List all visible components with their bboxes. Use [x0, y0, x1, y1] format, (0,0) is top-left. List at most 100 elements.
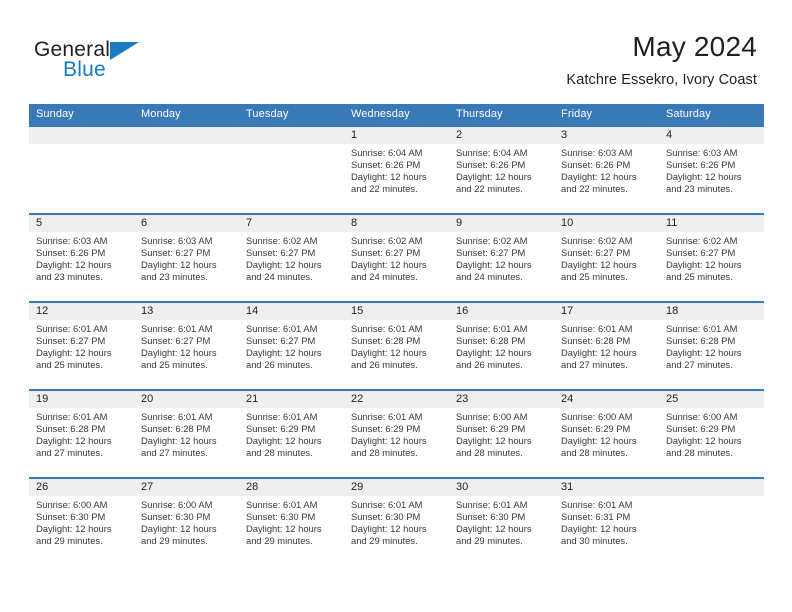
day-sunrise-text: Sunrise: 6:01 AM — [246, 499, 318, 510]
day-daylight1-text: Daylight: 12 hours — [666, 347, 742, 359]
calendar-day-cell[interactable]: 23 Sunrise: 6:00 AM Sunset: 6:29 PM Dayligh… — [449, 391, 554, 477]
calendar-day-cell[interactable]: 29 Sunrise: 6:01 AM Sunset: 6:30 PM Dayligh… — [344, 479, 449, 565]
day-sunrise-text: Sunrise: 6:02 AM — [246, 235, 318, 246]
calendar-day-cell[interactable]: 20 Sunrise: 6:01 AM Sunset: 6:28 PM Dayligh… — [134, 391, 239, 477]
day-number: 9 — [449, 215, 554, 232]
calendar-day-cell[interactable]: 6 Sunrise: 6:03 AM Sunset: 6:27 PM Daylight… — [134, 215, 239, 301]
calendar-day-cell[interactable]: 30 Sunrise: 6:01 AM Sunset: 6:30 PM Dayligh… — [449, 479, 554, 565]
day-number: 2 — [449, 127, 554, 144]
day-details: Sunrise: 6:01 AM Sunset: 6:27 PM Daylight:… — [29, 320, 134, 371]
calendar-day-cell[interactable]: 17 Sunrise: 6:01 AM Sunset: 6:28 PM Dayligh… — [554, 303, 659, 389]
calendar-day-cell[interactable]: 7 Sunrise: 6:02 AM Sunset: 6:27 PM Daylight… — [239, 215, 344, 301]
day-sunrise-text: Sunrise: 6:00 AM — [141, 499, 213, 510]
day-number: 18 — [659, 303, 764, 320]
day-details: Sunrise: 6:00 AM Sunset: 6:29 PM Daylight:… — [659, 408, 764, 459]
calendar-day-cell[interactable]: 2 Sunrise: 6:04 AM Sunset: 6:26 PM Daylight… — [449, 127, 554, 213]
day-number — [134, 127, 239, 144]
day-number: 14 — [239, 303, 344, 320]
day-daylight1-text: Daylight: 12 hours — [456, 171, 532, 183]
day-details: Sunrise: 6:00 AM Sunset: 6:29 PM Daylight:… — [449, 408, 554, 459]
day-sunset-text: Sunset: 6:28 PM — [351, 335, 421, 347]
day-number: 31 — [554, 479, 659, 496]
day-daylight1-text: Daylight: 12 hours — [36, 435, 112, 447]
calendar-day-cell[interactable]: 16 Sunrise: 6:01 AM Sunset: 6:28 PM Dayligh… — [449, 303, 554, 389]
calendar-day-cell[interactable]: 15 Sunrise: 6:01 AM Sunset: 6:28 PM Dayligh… — [344, 303, 449, 389]
calendar-day-cell[interactable]: 10 Sunrise: 6:02 AM Sunset: 6:27 PM Dayligh… — [554, 215, 659, 301]
day-details: Sunrise: 6:00 AM Sunset: 6:29 PM Daylight:… — [554, 408, 659, 459]
day-details: Sunrise: 6:01 AM Sunset: 6:31 PM Daylight:… — [554, 496, 659, 547]
day-sunset-text: Sunset: 6:26 PM — [456, 159, 526, 171]
day-number: 16 — [449, 303, 554, 320]
day-sunset-text: Sunset: 6:31 PM — [561, 511, 631, 523]
day-number: 17 — [554, 303, 659, 320]
day-daylight1-text: Daylight: 12 hours — [456, 435, 532, 447]
day-details: Sunrise: 6:01 AM Sunset: 6:29 PM Daylight:… — [344, 408, 449, 459]
day-daylight2-text: and 28 minutes. — [456, 447, 523, 459]
calendar-day-cell[interactable]: 11 Sunrise: 6:02 AM Sunset: 6:27 PM Dayligh… — [659, 215, 764, 301]
weekday-header-row: Sunday Monday Tuesday Wednesday Thursday Frid… — [29, 104, 764, 125]
calendar-week-row: 26 Sunrise: 6:00 AM Sunset: 6:30 PM Dayligh… — [29, 477, 764, 565]
day-daylight2-text: and 26 minutes. — [246, 359, 313, 371]
calendar-day-cell[interactable]: 18 Sunrise: 6:01 AM Sunset: 6:28 PM Dayligh… — [659, 303, 764, 389]
page-header: General Blue May 2024 Katchre Essekro, I… — [0, 0, 792, 96]
day-sunset-text: Sunset: 6:30 PM — [456, 511, 526, 523]
day-sunrise-text: Sunrise: 6:01 AM — [36, 411, 108, 422]
day-number: 11 — [659, 215, 764, 232]
day-sunset-text: Sunset: 6:30 PM — [36, 511, 106, 523]
day-daylight1-text: Daylight: 12 hours — [666, 259, 742, 271]
day-daylight2-text: and 23 minutes. — [666, 183, 733, 195]
calendar-day-cell[interactable]: 8 Sunrise: 6:02 AM Sunset: 6:27 PM Daylight… — [344, 215, 449, 301]
calendar-day-cell[interactable]: 22 Sunrise: 6:01 AM Sunset: 6:29 PM Dayligh… — [344, 391, 449, 477]
calendar-day-cell[interactable]: 28 Sunrise: 6:01 AM Sunset: 6:30 PM Dayligh… — [239, 479, 344, 565]
day-details: Sunrise: 6:04 AM Sunset: 6:26 PM Daylight:… — [449, 144, 554, 195]
day-sunrise-text: Sunrise: 6:02 AM — [666, 235, 738, 246]
calendar-day-cell[interactable]: 14 Sunrise: 6:01 AM Sunset: 6:27 PM Dayligh… — [239, 303, 344, 389]
day-number: 23 — [449, 391, 554, 408]
weekday-header-monday: Monday — [141, 108, 181, 120]
day-number: 20 — [134, 391, 239, 408]
day-sunrise-text: Sunrise: 6:00 AM — [666, 411, 738, 422]
day-daylight1-text: Daylight: 12 hours — [561, 171, 637, 183]
day-sunrise-text: Sunrise: 6:01 AM — [456, 323, 528, 334]
day-sunrise-text: Sunrise: 6:03 AM — [36, 235, 108, 246]
day-sunrise-text: Sunrise: 6:01 AM — [666, 323, 738, 334]
day-number: 22 — [344, 391, 449, 408]
calendar-day-cell[interactable]: 25 Sunrise: 6:00 AM Sunset: 6:29 PM Dayligh… — [659, 391, 764, 477]
calendar-day-cell[interactable]: 27 Sunrise: 6:00 AM Sunset: 6:30 PM Dayligh… — [134, 479, 239, 565]
day-details: Sunrise: 6:00 AM Sunset: 6:30 PM Daylight:… — [29, 496, 134, 547]
day-details — [239, 144, 344, 147]
calendar-page: General Blue May 2024 Katchre Essekro, I… — [0, 0, 792, 612]
calendar-day-cell-empty — [134, 127, 239, 213]
calendar-day-cell[interactable]: 3 Sunrise: 6:03 AM Sunset: 6:26 PM Daylight… — [554, 127, 659, 213]
day-daylight1-text: Daylight: 12 hours — [36, 347, 112, 359]
weekday-header-sunday: Sunday — [36, 108, 74, 120]
calendar-day-cell[interactable]: 24 Sunrise: 6:00 AM Sunset: 6:29 PM Dayligh… — [554, 391, 659, 477]
day-number: 21 — [239, 391, 344, 408]
day-daylight2-text: and 22 minutes. — [456, 183, 523, 195]
day-sunrise-text: Sunrise: 6:00 AM — [561, 411, 633, 422]
day-daylight2-text: and 29 minutes. — [246, 535, 313, 547]
day-daylight2-text: and 26 minutes. — [456, 359, 523, 371]
calendar-day-cell[interactable]: 1 Sunrise: 6:04 AM Sunset: 6:26 PM Daylight… — [344, 127, 449, 213]
day-sunset-text: Sunset: 6:29 PM — [666, 423, 736, 435]
calendar-day-cell[interactable]: 31 Sunrise: 6:01 AM Sunset: 6:31 PM Dayligh… — [554, 479, 659, 565]
calendar-day-cell[interactable]: 4 Sunrise: 6:03 AM Sunset: 6:26 PM Daylight… — [659, 127, 764, 213]
day-sunset-text: Sunset: 6:29 PM — [456, 423, 526, 435]
day-details: Sunrise: 6:03 AM Sunset: 6:26 PM Daylight:… — [29, 232, 134, 283]
calendar-day-cell[interactable]: 19 Sunrise: 6:01 AM Sunset: 6:28 PM Dayligh… — [29, 391, 134, 477]
day-sunset-text: Sunset: 6:26 PM — [351, 159, 421, 171]
day-sunrise-text: Sunrise: 6:01 AM — [351, 323, 423, 334]
calendar-day-cell[interactable]: 13 Sunrise: 6:01 AM Sunset: 6:27 PM Dayligh… — [134, 303, 239, 389]
calendar-day-cell[interactable]: 21 Sunrise: 6:01 AM Sunset: 6:29 PM Dayligh… — [239, 391, 344, 477]
day-number: 1 — [344, 127, 449, 144]
calendar-day-cell[interactable]: 12 Sunrise: 6:01 AM Sunset: 6:27 PM Dayligh… — [29, 303, 134, 389]
calendar-day-cell[interactable]: 5 Sunrise: 6:03 AM Sunset: 6:26 PM Daylight… — [29, 215, 134, 301]
day-number: 7 — [239, 215, 344, 232]
day-daylight2-text: and 22 minutes. — [561, 183, 628, 195]
day-number: 24 — [554, 391, 659, 408]
calendar-day-cell[interactable]: 9 Sunrise: 6:02 AM Sunset: 6:27 PM Daylight… — [449, 215, 554, 301]
day-daylight2-text: and 25 minutes. — [666, 271, 733, 283]
day-number: 15 — [344, 303, 449, 320]
calendar-day-cell[interactable]: 26 Sunrise: 6:00 AM Sunset: 6:30 PM Dayligh… — [29, 479, 134, 565]
day-sunset-text: Sunset: 6:28 PM — [561, 335, 631, 347]
